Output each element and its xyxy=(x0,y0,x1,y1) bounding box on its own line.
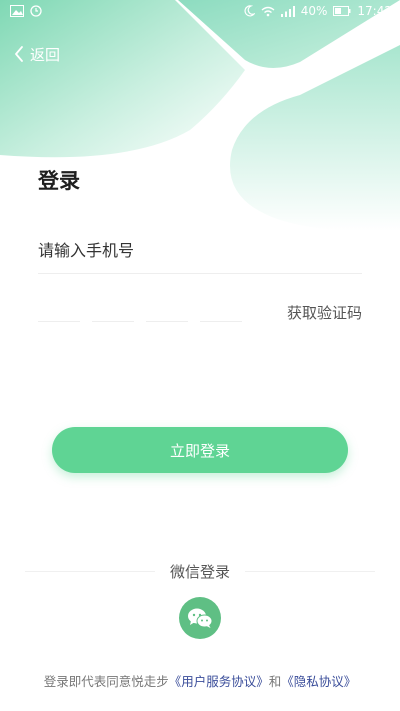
header-background xyxy=(0,0,400,232)
agreement-conjunction: 和 xyxy=(268,674,282,689)
verification-code-row: 获取验证码 xyxy=(38,300,362,326)
battery-icon xyxy=(333,6,351,16)
code-digit-box[interactable] xyxy=(92,300,134,322)
login-button[interactable]: 立即登录 xyxy=(52,427,348,473)
battery-percentage: 40% xyxy=(300,4,328,18)
code-digit-box[interactable] xyxy=(200,300,242,322)
signal-icon xyxy=(280,5,295,17)
wechat-icon xyxy=(188,608,213,628)
phone-input[interactable] xyxy=(38,228,362,274)
alt-login-divider: 微信登录 xyxy=(25,561,375,581)
wifi-icon xyxy=(261,6,275,16)
clock-notification-icon xyxy=(30,5,42,17)
code-digit-box[interactable] xyxy=(38,300,80,322)
page-title: 登录 xyxy=(38,169,80,193)
chevron-left-icon xyxy=(15,46,23,62)
code-digit-box[interactable] xyxy=(146,300,188,322)
back-button[interactable]: 返回 xyxy=(14,42,60,66)
wechat-login-label: 微信登录 xyxy=(169,563,230,581)
wechat-login-button[interactable] xyxy=(179,597,221,639)
back-label: 返回 xyxy=(30,45,61,64)
get-code-button[interactable]: 获取验证码 xyxy=(287,302,362,323)
moon-icon xyxy=(244,5,255,17)
clock-time: 17:42 xyxy=(357,4,392,18)
user-agreement-link[interactable]: 《用户服务协议》 xyxy=(169,674,269,689)
agreement-prefix: 登录即代表同意悦走步 xyxy=(43,674,169,689)
agreement-text: 登录即代表同意悦走步《用户服务协议》和《隐私协议》 xyxy=(0,671,400,690)
image-notification-icon xyxy=(10,5,24,17)
status-bar: 40% 17:42 xyxy=(0,0,400,24)
privacy-policy-link[interactable]: 《隐私协议》 xyxy=(281,674,356,689)
